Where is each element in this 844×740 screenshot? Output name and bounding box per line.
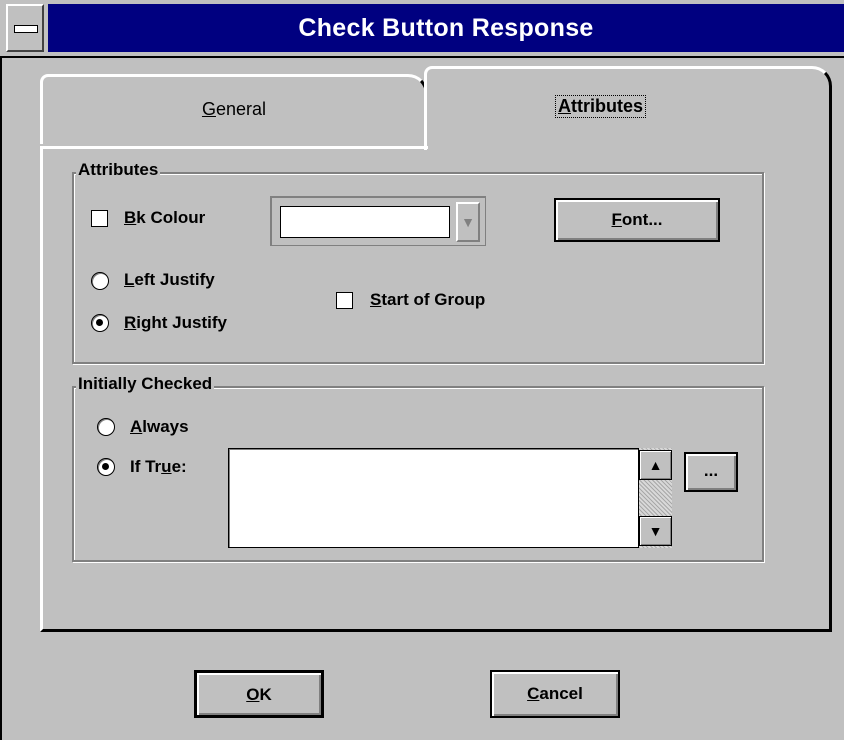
start-of-group-label-rest: tart of Group	[381, 290, 486, 309]
bk-colour-label-rest: k Colour	[136, 208, 206, 227]
if-true-mnemonic: u	[161, 457, 172, 476]
right-justify-radio-dot	[96, 319, 103, 326]
if-true-label[interactable]: If True:	[130, 457, 187, 477]
tab-attributes-label-rest: ttributes	[571, 96, 643, 116]
initially-checked-group-title: Initially Checked	[76, 374, 215, 394]
font-button-label-rest: ont...	[621, 210, 663, 229]
tab-general[interactable]: General	[40, 74, 428, 144]
bk-colour-checkbox[interactable]	[91, 210, 108, 227]
if-true-radio[interactable]	[97, 458, 115, 476]
combo-down-arrow-icon[interactable]: ▼	[456, 202, 480, 242]
always-mnemonic: A	[130, 417, 143, 436]
start-of-group-label[interactable]: Start of Group	[370, 290, 485, 310]
ok-label-rest: K	[259, 685, 272, 704]
ellipsis-button[interactable]: ...	[684, 452, 738, 492]
always-radio[interactable]	[97, 418, 115, 436]
start-of-group-mnemonic: S	[370, 290, 382, 309]
right-justify-mnemonic: R	[124, 313, 137, 332]
window-title: Check Button Response	[298, 14, 594, 42]
scroll-up-arrow-icon[interactable]: ▲	[639, 450, 672, 480]
tab-attributes-label: Attributes	[555, 95, 646, 118]
if-true-label-post: e:	[171, 457, 187, 476]
start-of-group-checkbox[interactable]	[336, 292, 353, 309]
left-justify-radio[interactable]	[91, 272, 109, 290]
cancel-button[interactable]: Cancel	[490, 670, 620, 718]
ok-button[interactable]: OK	[194, 670, 324, 718]
attributes-group-title: Attributes	[76, 160, 161, 180]
if-true-label-pre: If Tr	[130, 457, 162, 476]
tab-panel-top-edge	[40, 146, 428, 149]
window-left-edge	[0, 0, 2, 740]
left-justify-mnemonic: L	[124, 270, 135, 289]
always-label-rest: lways	[142, 417, 189, 436]
left-justify-label[interactable]: Left Justify	[124, 270, 215, 290]
font-button-mnemonic: F	[611, 210, 622, 229]
right-justify-label-rest: ight Justify	[136, 313, 227, 332]
tab-attributes[interactable]: Attributes	[424, 66, 832, 150]
right-justify-label[interactable]: Right Justify	[124, 313, 227, 333]
right-justify-radio[interactable]	[91, 314, 109, 332]
cancel-mnemonic: C	[527, 684, 540, 703]
bk-colour-label[interactable]: Bk Colour	[124, 208, 205, 228]
always-label[interactable]: Always	[130, 417, 189, 437]
scroll-down-arrow-icon[interactable]: ▼	[639, 516, 672, 546]
bk-colour-label-mnemonic: B	[124, 208, 137, 227]
tab-general-label-rest: eneral	[215, 99, 267, 119]
if-true-expression-field[interactable]	[228, 448, 672, 548]
if-true-radio-dot	[102, 463, 109, 470]
ok-mnemonic: O	[246, 685, 260, 704]
font-button[interactable]: Font...	[554, 198, 720, 242]
tab-general-label: General	[43, 99, 425, 120]
tab-general-underline: G	[201, 99, 216, 119]
tab-attributes-underline: A	[558, 96, 571, 116]
cancel-label-rest: ancel	[539, 684, 583, 703]
left-justify-label-rest: eft Justify	[134, 270, 215, 289]
system-menu-icon[interactable]	[6, 4, 44, 52]
bk-colour-combo-field[interactable]	[280, 206, 450, 238]
